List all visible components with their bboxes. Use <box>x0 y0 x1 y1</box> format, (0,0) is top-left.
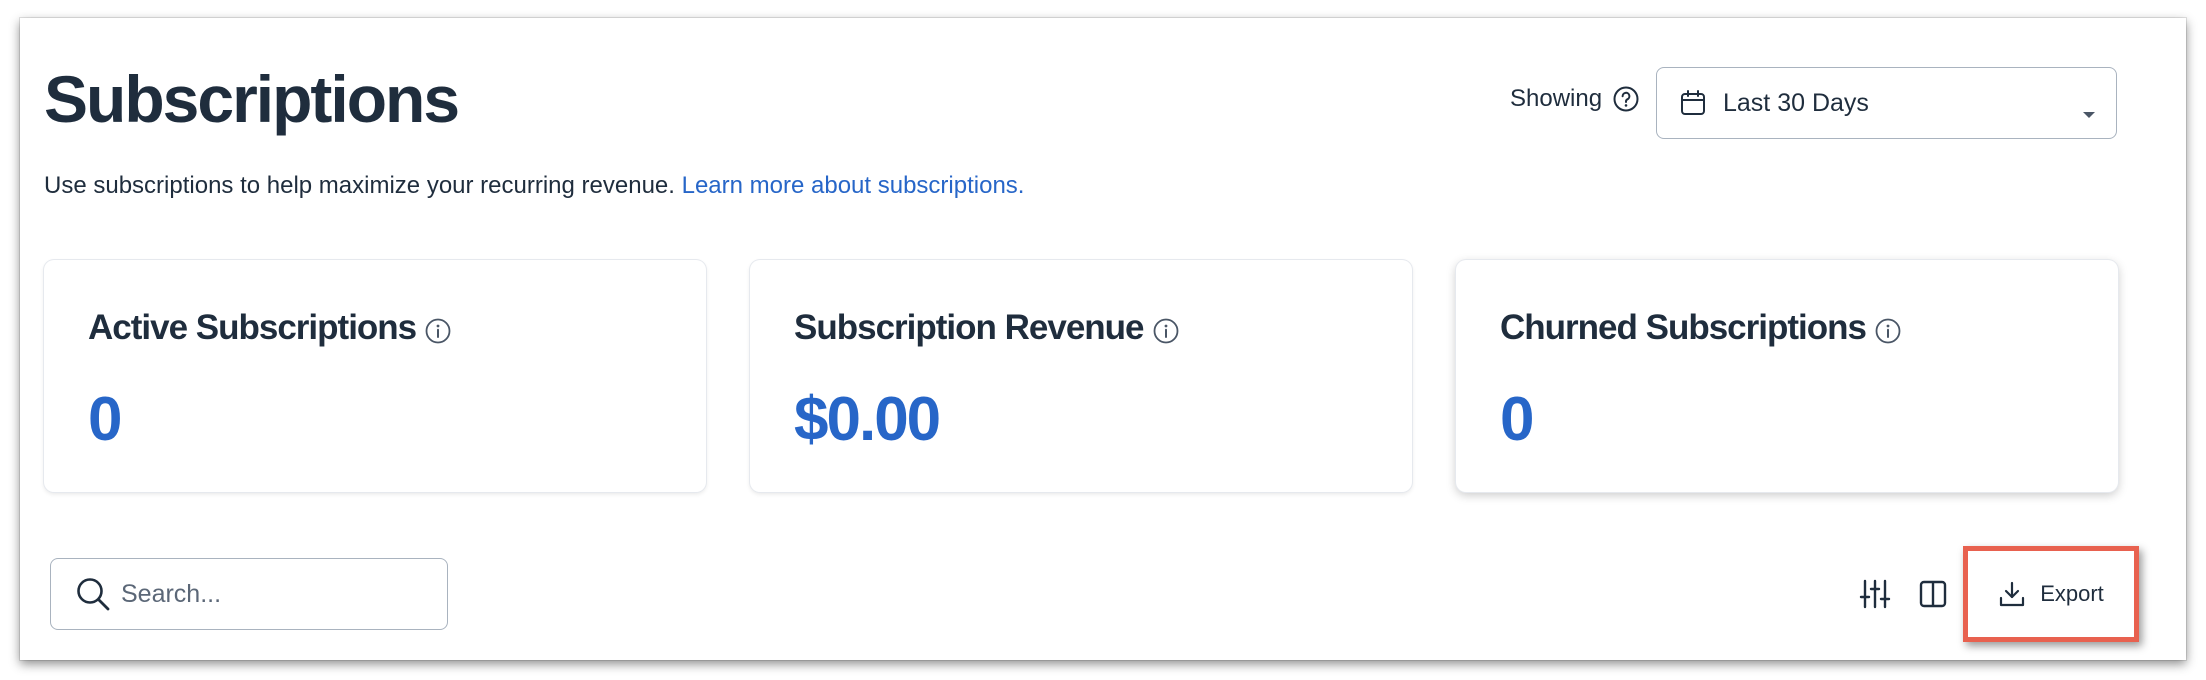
download-icon <box>2000 581 2025 607</box>
stat-label: Subscription Revenue <box>794 308 1145 347</box>
showing-label: Showing <box>1510 85 1603 112</box>
export-button[interactable]: Export <box>1963 546 2139 642</box>
info-icon[interactable] <box>1874 314 1902 344</box>
search-box[interactable] <box>50 558 448 630</box>
calendar-icon <box>1679 89 1707 117</box>
stat-card-subscription-revenue: Subscription Revenue $0.00 <box>750 260 1412 492</box>
info-icon[interactable] <box>1152 314 1180 344</box>
page-title: Subscriptions <box>44 62 460 136</box>
stat-label: Active Subscriptions <box>88 308 417 347</box>
stat-label-group: Subscription Revenue <box>794 308 1180 348</box>
date-range-value: Last 30 Days <box>1723 88 1869 117</box>
search-input[interactable] <box>121 579 421 609</box>
page-description: Use subscriptions to help maximize your … <box>44 172 1024 201</box>
filter-button[interactable] <box>1855 574 1895 614</box>
stat-value: 0 <box>88 385 123 454</box>
stat-card-active-subscriptions: Active Subscriptions 0 <box>44 260 706 492</box>
stat-value: $0.00 <box>794 385 941 454</box>
stat-label-group: Active Subscriptions <box>88 308 452 348</box>
export-label: Export <box>2040 581 2104 606</box>
showing-label-group: Showing <box>1510 85 1640 113</box>
subscriptions-page: Subscriptions Use subscriptions to help … <box>20 18 2186 660</box>
stat-card-churned-subscriptions: Churned Subscriptions 0 <box>1456 260 2118 492</box>
search-icon <box>75 576 111 612</box>
description-text: Use subscriptions to help maximize your … <box>44 172 675 199</box>
columns-button[interactable] <box>1913 574 1953 614</box>
sliders-icon <box>1859 579 1891 609</box>
columns-icon <box>1919 580 1947 608</box>
info-icon[interactable] <box>424 314 452 344</box>
stat-label-group: Churned Subscriptions <box>1500 308 1902 348</box>
stat-label: Churned Subscriptions <box>1500 308 1867 347</box>
caret-down-icon <box>2082 98 2096 118</box>
learn-more-link[interactable]: Learn more about subscriptions. <box>682 172 1025 199</box>
question-circle-icon[interactable] <box>1612 85 1640 113</box>
stat-value: 0 <box>1500 385 1535 454</box>
date-range-select[interactable]: Last 30 Days <box>1656 67 2117 139</box>
